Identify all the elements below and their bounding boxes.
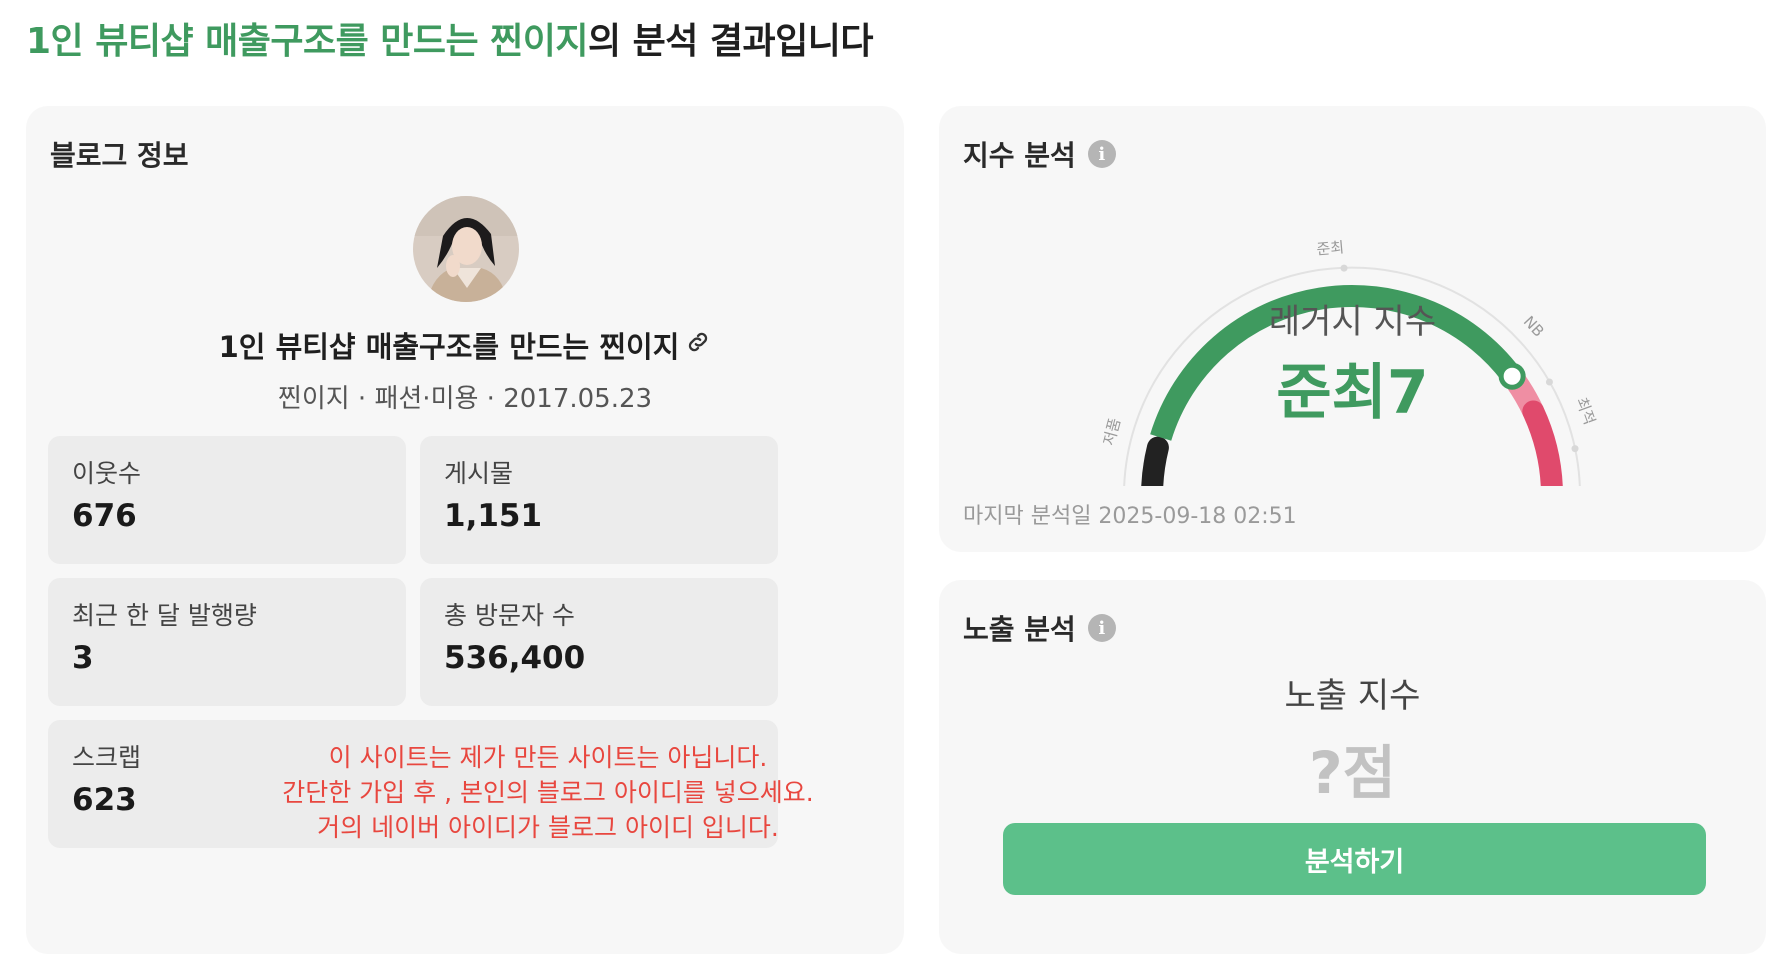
gauge-label: 레거시 지수 (1268, 302, 1437, 342)
stat-total-visitors: 총 방문자 수 536,400 (420, 578, 778, 706)
notice-line: 간단한 가입 후 , 본인의 블로그 아이디를 넣으세요. (282, 778, 814, 807)
blog-info-title: 블로그 정보 (50, 139, 189, 172)
analyze-button[interactable]: 분석하기 (1003, 823, 1706, 895)
exposure-analysis-title-text: 노출 분석 (963, 613, 1076, 646)
stat-posts: 게시물 1,151 (420, 436, 778, 564)
link-icon[interactable] (685, 328, 711, 362)
avatar-image (413, 196, 519, 302)
stat-label: 최근 한 달 발행량 (72, 601, 257, 630)
blog-meta: 찐이지 · 패션·미용 · 2017.05.23 (277, 384, 653, 414)
stat-value: 3 (72, 640, 94, 676)
gauge-tick-dot (1340, 264, 1348, 272)
exposure-analysis-title: 노출 분석 i (963, 608, 1116, 648)
stat-value: 536,400 (444, 640, 586, 676)
exposure-analysis-card: 노출 분석 i 노출 지수 ?점 분석하기 (939, 580, 1766, 954)
gauge-tick-label: 준최 (1316, 238, 1345, 258)
stat-label: 스크랩 (72, 743, 142, 772)
stat-label: 게시물 (444, 459, 514, 488)
blog-info-card: 블로그 정보 1인 뷰티샵 매출구조를 만드는 찐이지 찐이지 · 패션·미용 … (26, 106, 904, 954)
notice-line: 이 사이트는 제가 만든 사이트는 아닙니다. (328, 743, 768, 772)
info-icon[interactable]: i (1087, 614, 1116, 642)
gauge-value: 준최7 (1276, 358, 1429, 428)
gauge-tick-dot (1571, 445, 1579, 453)
stat-value: 676 (72, 498, 137, 534)
stat-monthly-posts: 최근 한 달 발행량 3 (48, 578, 406, 706)
last-analysis-date: 마지막 분석일 2025-09-18 02:51 (963, 504, 1297, 529)
page-title-blog-name: 1인 뷰티샵 매출구조를 만드는 찐이지 (26, 21, 588, 62)
index-analysis-card: 지수 분석 i 저품 준최 NB 최적 레거시 지수 준최7 마지막 분석일 2025… (939, 106, 1766, 552)
exposure-value: ?점 (1308, 739, 1396, 807)
page-title-suffix: 의 분석 결과입니다 (587, 21, 874, 62)
gauge-segment-low (1141, 436, 1169, 486)
notice-text: 이 사이트는 제가 만든 사이트는 아닙니다. 간단한 가입 후 , 본인의 블… (248, 740, 848, 845)
stat-value: 623 (72, 782, 137, 818)
exposure-label: 노출 지수 (1284, 676, 1421, 716)
blog-name[interactable]: 1인 뷰티샵 매출구조를 만드는 찐이지 (26, 324, 904, 366)
stat-scrap: 스크랩 623 이 사이트는 제가 만든 사이트는 아닙니다. 간단한 가입 후… (48, 720, 814, 848)
page-title: 1인 뷰티샵 매출구조를 만드는 찐이지의 분석 결과입니다 (26, 12, 874, 64)
stat-label: 총 방문자 수 (444, 601, 575, 630)
stat-value: 1,151 (444, 498, 543, 534)
avatar (413, 196, 519, 302)
notice-line: 거의 네이버 아이디가 블로그 아이디 입니다. (317, 813, 779, 842)
stat-neighbors: 이웃수 676 (48, 436, 406, 564)
stat-label: 이웃수 (72, 459, 142, 488)
blog-name-text[interactable]: 1인 뷰티샵 매출구조를 만드는 찐이지 (219, 324, 680, 366)
